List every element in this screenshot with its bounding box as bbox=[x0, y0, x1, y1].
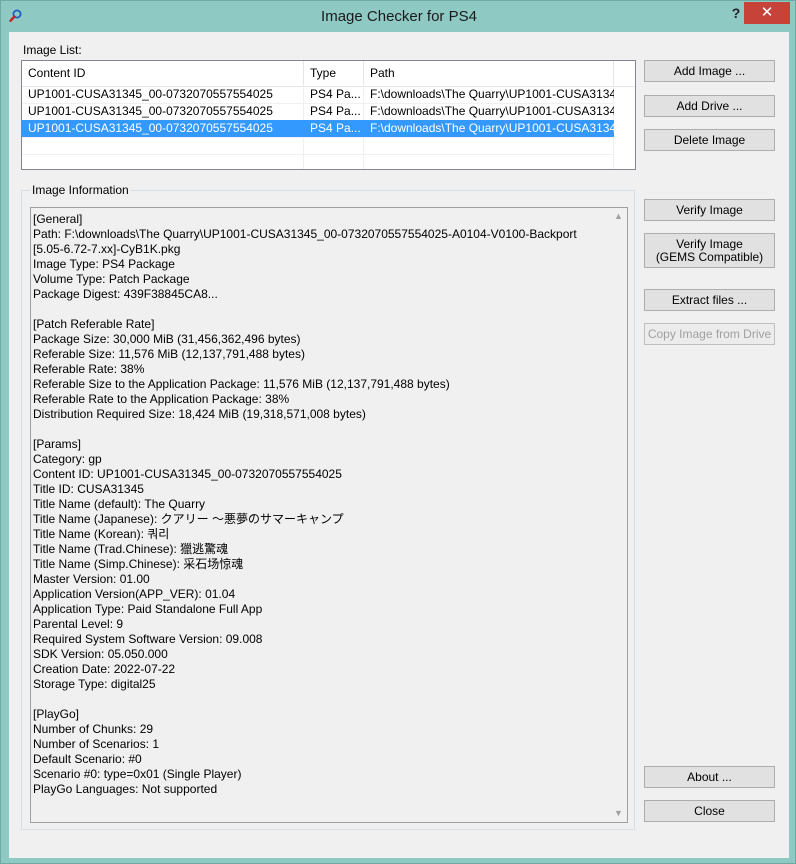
cell-type: PS4 Pa... bbox=[310, 87, 361, 101]
cell-type: PS4 Pa... bbox=[310, 104, 361, 118]
copy-image-from-drive-button: Copy Image from Drive bbox=[644, 323, 775, 345]
verify-gems-line2: (GEMS Compatible) bbox=[655, 250, 764, 264]
column-header-type[interactable]: Type bbox=[304, 61, 364, 86]
window-title: Image Checker for PS4 bbox=[321, 8, 477, 25]
image-list-label: Image List: bbox=[23, 43, 82, 57]
cell-path: F:\downloads\The Quarry\UP1001-CUSA31345… bbox=[370, 87, 614, 101]
cell-path: F:\downloads\The Quarry\UP1001-CUSA31345… bbox=[370, 121, 614, 135]
image-list[interactable]: Content ID Type Path UP1001-CUSA31345_00… bbox=[21, 60, 636, 170]
image-information-text[interactable]: [General] Path: F:\downloads\The Quarry\… bbox=[30, 207, 628, 823]
scroll-down-icon[interactable]: ▼ bbox=[610, 805, 627, 822]
client-area: Image List: Content ID Type Path UP1001-… bbox=[9, 32, 789, 858]
add-drive-button[interactable]: Add Drive ... bbox=[644, 95, 775, 117]
title-bar[interactable]: Image Checker for PS4 ? ✕ bbox=[1, 1, 796, 33]
scroll-up-icon[interactable]: ▲ bbox=[610, 208, 627, 225]
column-header-content-id[interactable]: Content ID bbox=[22, 61, 304, 86]
cell-content-id: UP1001-CUSA31345_00-0732070557554025 bbox=[28, 121, 273, 135]
image-information-label: Image Information bbox=[30, 183, 131, 197]
vertical-scrollbar[interactable]: ▲ ▼ bbox=[610, 208, 627, 822]
table-row-selected[interactable]: UP1001-CUSA31345_00-0732070557554025 PS4… bbox=[22, 120, 614, 137]
row-divider bbox=[22, 154, 614, 155]
cell-path: F:\downloads\The Quarry\UP1001-CUSA31345… bbox=[370, 104, 614, 118]
about-button[interactable]: About ... bbox=[644, 766, 775, 788]
cell-content-id: UP1001-CUSA31345_00-0732070557554025 bbox=[28, 104, 273, 118]
cell-type: PS4 Pa... bbox=[310, 121, 361, 135]
image-information-group: Image Information [General] Path: F:\dow… bbox=[21, 183, 635, 830]
delete-image-button[interactable]: Delete Image bbox=[644, 129, 775, 151]
verify-image-button[interactable]: Verify Image bbox=[644, 199, 775, 221]
extract-files-button[interactable]: Extract files ... bbox=[644, 289, 775, 311]
verify-image-gems-button[interactable]: Verify Image (GEMS Compatible) bbox=[644, 233, 775, 268]
table-row[interactable]: UP1001-CUSA31345_00-0732070557554025 PS4… bbox=[22, 86, 614, 103]
column-header-path[interactable]: Path bbox=[364, 61, 614, 86]
table-row[interactable]: UP1001-CUSA31345_00-0732070557554025 PS4… bbox=[22, 103, 614, 120]
window-close-button[interactable]: ✕ bbox=[744, 2, 790, 24]
cell-content-id: UP1001-CUSA31345_00-0732070557554025 bbox=[28, 87, 273, 101]
app-window: Image Checker for PS4 ? ✕ Image List: Co… bbox=[0, 0, 796, 864]
row-divider bbox=[22, 137, 614, 138]
image-list-header: Content ID Type Path bbox=[22, 61, 635, 87]
close-button[interactable]: Close bbox=[644, 800, 775, 822]
add-image-button[interactable]: Add Image ... bbox=[644, 60, 775, 82]
image-information-content: [General] Path: F:\downloads\The Quarry\… bbox=[33, 212, 577, 796]
